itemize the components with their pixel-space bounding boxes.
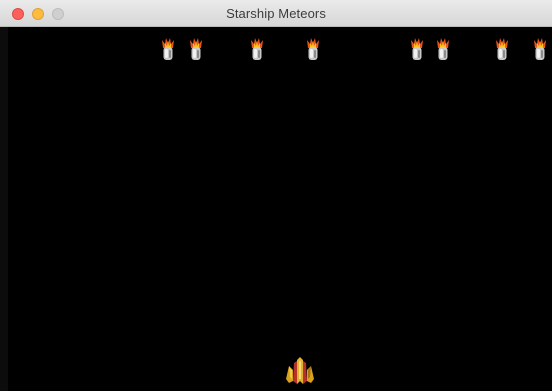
meteor-icon [437,38,449,60]
meteor-icon [162,38,174,60]
window-left-edge [0,27,8,391]
meteor-icon [190,38,202,60]
meteor-icon [251,38,263,60]
window-title: Starship Meteors [226,6,326,21]
meteor-icon [307,38,319,60]
game-canvas[interactable] [8,27,552,391]
meteor-icon [411,38,423,60]
starship-icon[interactable] [284,357,316,385]
title-bar[interactable]: Starship Meteors [0,0,552,27]
meteor-icon [496,38,508,60]
meteor-icon [534,38,546,60]
game-window: Starship Meteors [0,0,552,391]
